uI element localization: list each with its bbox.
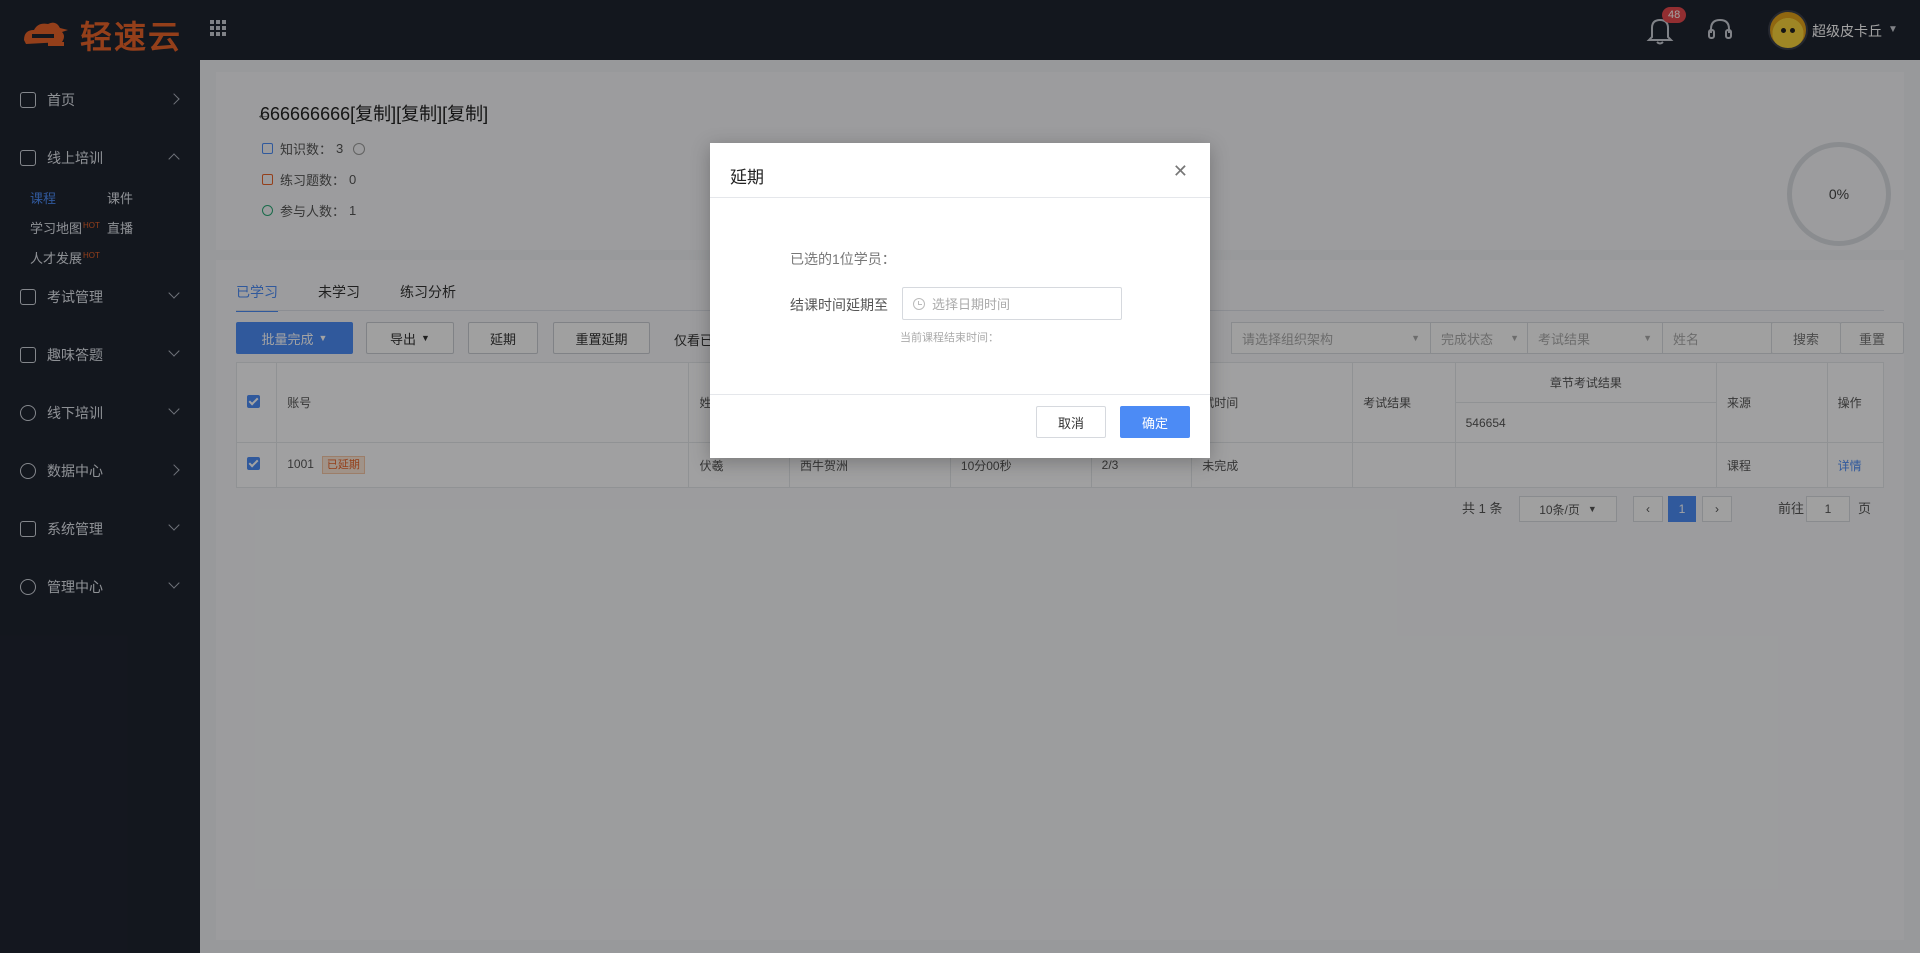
confirm-button[interactable]: 确定 (1120, 406, 1190, 438)
dialog-header-divider (710, 197, 1210, 198)
course-end-hint: 当前课程结束时间： (900, 332, 999, 344)
dialog-title: 延期 (730, 168, 764, 187)
clock-icon (913, 297, 925, 310)
extend-dialog: 延期 ✕ 已选的1位学员： 结课时间延期至 选择日期时间 当前课程结束时间： 取… (710, 143, 1210, 458)
dialog-footer-divider (710, 394, 1210, 395)
cancel-button[interactable]: 取消 (1036, 406, 1106, 438)
selected-learners-text: 已选的1位学员： (790, 251, 896, 267)
input-placeholder: 选择日期时间 (932, 297, 1011, 312)
datetime-picker-input[interactable]: 选择日期时间 (902, 287, 1122, 320)
extend-date-label: 结课时间延期至 (790, 297, 888, 313)
close-icon[interactable]: ✕ (1173, 161, 1188, 182)
